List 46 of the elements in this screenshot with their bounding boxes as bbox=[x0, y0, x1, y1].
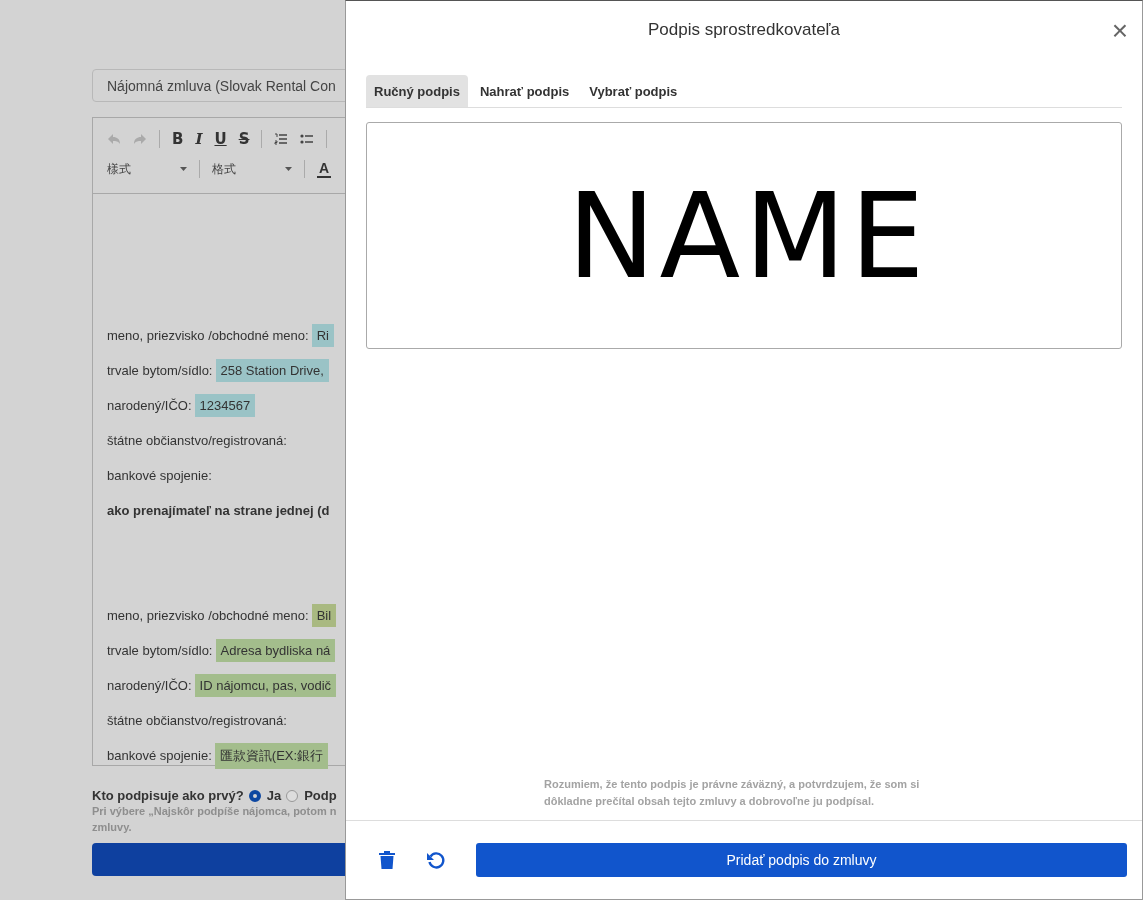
underline-button[interactable]: U bbox=[214, 130, 227, 148]
field-label: meno, priezvisko /obchodné meno: bbox=[107, 328, 309, 343]
signature: NAME bbox=[567, 166, 929, 305]
field-label: štátne občianstvo/registrovaná: bbox=[107, 433, 287, 448]
tab[interactable]: Vybrať podpis bbox=[581, 75, 686, 107]
text-color-button[interactable]: A bbox=[317, 160, 332, 178]
caret-icon bbox=[285, 167, 292, 171]
numbered-list-icon[interactable] bbox=[274, 133, 289, 145]
field-label: trvale bytom/sídlo: bbox=[107, 643, 213, 658]
field-value: Adresa bydliska ná bbox=[215, 639, 336, 662]
tab[interactable]: Ručný podpis bbox=[366, 75, 468, 107]
field-value: 258 Station Drive, bbox=[215, 359, 329, 382]
hint-text: Pri výbere „Najskôr podpíše nájomca, potom n bbox=[92, 804, 338, 819]
close-button[interactable]: × bbox=[1109, 17, 1130, 45]
field-label: bankové spojenie: bbox=[107, 748, 212, 763]
party-role: ako prenajímateľ na strane jednej (d bbox=[107, 502, 331, 520]
add-signature-button[interactable]: Pridať podpis do zmluvy bbox=[476, 843, 1127, 877]
bold-button[interactable]: B bbox=[172, 130, 184, 148]
style-dropdown[interactable]: 樣式 bbox=[107, 160, 187, 178]
field-label: štátne občianstvo/registrovaná: bbox=[107, 713, 287, 728]
caret-icon bbox=[180, 167, 187, 171]
trash-icon[interactable] bbox=[378, 850, 396, 870]
dialog-title: Podpis sprostredkovateľa bbox=[647, 20, 841, 40]
field-value: Ri bbox=[311, 324, 334, 347]
field-label: trvale bytom/sídlo: bbox=[107, 363, 213, 378]
consent-text: Rozumiem, že tento podpis je právne záväzný, a potvrdzujem, že som si dôkladne prečítal obsah tejto zmluvy a dobrovoľne ju podpísal. bbox=[544, 777, 921, 809]
style-dropdown[interactable]: 格式 bbox=[212, 160, 292, 178]
field-label: bankové spojenie: bbox=[107, 468, 212, 483]
radio-option[interactable]: Podp bbox=[286, 788, 337, 803]
italic-button[interactable]: I bbox=[195, 130, 203, 148]
bullet-list-icon[interactable] bbox=[300, 133, 315, 145]
field-value: ID nájomcu, pas, vodič bbox=[194, 674, 337, 697]
radio-option[interactable]: Ja bbox=[248, 788, 282, 803]
title-field[interactable]: Nájomná zmluva (Slovak Rental Con bbox=[92, 69, 345, 102]
field-label: narodený/IČO: bbox=[107, 398, 192, 413]
undo-icon[interactable] bbox=[426, 850, 446, 870]
field-label: narodený/IČO: bbox=[107, 678, 192, 693]
field-value: Bil bbox=[311, 604, 337, 627]
strike-button[interactable]: S bbox=[238, 130, 250, 148]
signature-pad[interactable]: NAME bbox=[366, 122, 1122, 349]
hint-text: zmluvy. bbox=[92, 820, 133, 835]
field-label: meno, priezvisko /obchodné meno: bbox=[107, 608, 309, 623]
signer-question: Kto podpisuje ako prvý? bbox=[92, 788, 244, 803]
tab[interactable]: Nahrať podpis bbox=[471, 75, 578, 107]
field-value: 1234567 bbox=[194, 394, 256, 417]
field-value: 匯款資訊(EX:銀行 bbox=[214, 742, 329, 769]
